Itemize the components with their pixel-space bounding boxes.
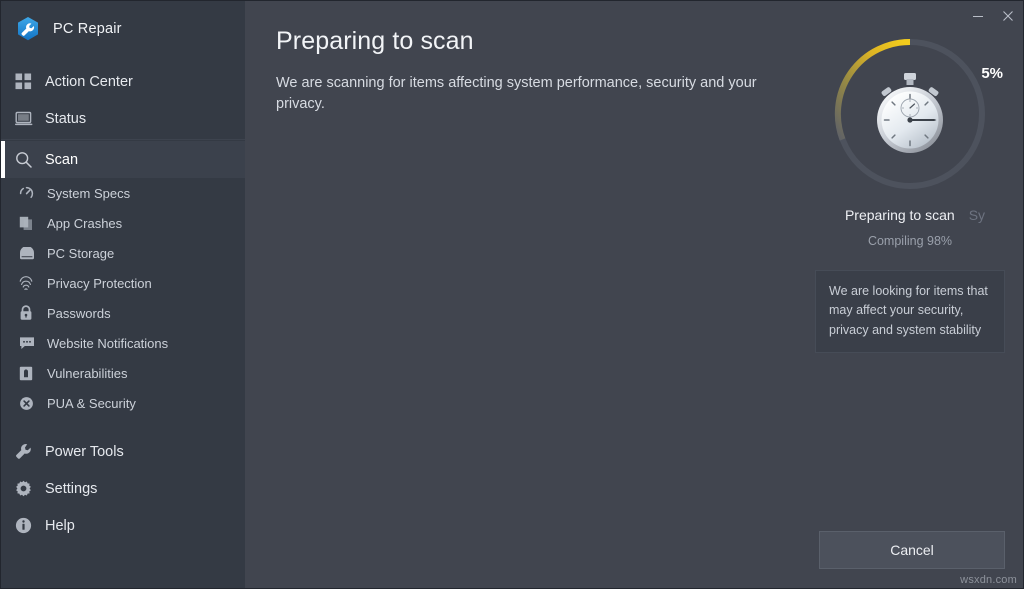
- sidebar-item-label: Privacy Protection: [47, 275, 152, 291]
- virus-circle-icon: [19, 396, 47, 411]
- monitor-icon: [15, 111, 45, 127]
- sidebar-item-label: Power Tools: [45, 443, 124, 460]
- copy-pages-icon: [19, 216, 47, 231]
- sidebar-item-label: Settings: [45, 480, 98, 497]
- gear-icon: [15, 480, 45, 497]
- sub-status-label: Compiling 98%: [867, 234, 953, 248]
- search-icon: [15, 151, 45, 168]
- info-circle-icon: [15, 517, 45, 534]
- fingerprint-icon: [19, 275, 47, 291]
- window-body: PC Repair Action Center Status Scan Syst…: [1, 1, 1023, 588]
- sidebar-item-label: Passwords: [47, 305, 111, 321]
- sidebar-item-label: System Specs: [47, 185, 131, 201]
- progress-percent: 5%: [981, 65, 1003, 82]
- sidebar-item-system-specs[interactable]: System Specs: [1, 178, 245, 208]
- watermark: wsxdn.com: [960, 574, 1017, 586]
- cancel-button[interactable]: Cancel: [819, 531, 1005, 569]
- page-description: We are scanning for items affecting syst…: [276, 75, 757, 113]
- sidebar-item-label: Vulnerabilities: [47, 365, 128, 381]
- wrench-icon: [15, 443, 45, 460]
- hard-drive-icon: [19, 246, 47, 260]
- sidebar-divider: [1, 139, 245, 140]
- sidebar-item-pc-storage[interactable]: PC Storage: [1, 238, 245, 268]
- current-step-label: Preparing to scan: [844, 207, 955, 223]
- main-content: Preparing to scan We are scanning for it…: [245, 1, 1023, 588]
- app-logo: [15, 16, 41, 42]
- sidebar-item-app-crashes[interactable]: App Crashes: [1, 208, 245, 238]
- sidebar-item-label: PC Storage: [47, 245, 115, 261]
- sidebar-item-label: Website Notifications: [47, 335, 169, 351]
- gauge-icon: [19, 186, 47, 201]
- scan-progress-panel: 5% Preparing to scan Sy Compiling 98% We…: [815, 29, 1005, 354]
- next-step-label: Sy: [968, 207, 986, 223]
- minimize-icon: [973, 16, 983, 17]
- close-icon: [1003, 11, 1013, 21]
- scan-tip-text: We are looking for items that may affect…: [829, 284, 988, 337]
- scan-step-list: Preparing to scan Sy: [815, 207, 1005, 223]
- grid-squares-icon: [15, 73, 45, 90]
- sidebar-item-scan[interactable]: Scan: [1, 141, 245, 178]
- sidebar-item-label: Action Center: [45, 73, 133, 90]
- sidebar-item-label: Help: [45, 517, 75, 534]
- app-window: PC Repair Action Center Status Scan Syst…: [0, 0, 1024, 589]
- sidebar-item-label: PUA & Security: [47, 395, 136, 411]
- chat-bubble-icon: [19, 336, 47, 350]
- sidebar-item-settings[interactable]: Settings: [1, 470, 245, 507]
- sidebar-item-website-notifications[interactable]: Website Notifications: [1, 328, 245, 358]
- minimize-button[interactable]: [963, 1, 993, 31]
- sidebar-item-pua-security[interactable]: PUA & Security: [1, 388, 245, 418]
- sidebar-item-power-tools[interactable]: Power Tools: [1, 433, 245, 470]
- progress-ring: 5%: [825, 29, 1003, 199]
- sidebar-item-label: Scan: [45, 151, 79, 168]
- app-title: PC Repair: [53, 21, 122, 37]
- sidebar-item-label: Status: [45, 110, 87, 127]
- page-title: Preparing to scan: [276, 27, 474, 55]
- close-button[interactable]: [993, 1, 1023, 31]
- scan-tip-box: We are looking for items that may affect…: [815, 270, 1005, 354]
- sidebar-item-action-center[interactable]: Action Center: [1, 63, 245, 100]
- sidebar-item-privacy-protection[interactable]: Privacy Protection: [1, 268, 245, 298]
- sidebar-item-vulnerabilities[interactable]: Vulnerabilities: [1, 358, 245, 388]
- shield-alert-icon: [19, 366, 47, 381]
- brand: PC Repair: [1, 1, 245, 57]
- wrench-hexagon-icon: [18, 17, 38, 41]
- sidebar: PC Repair Action Center Status Scan Syst…: [1, 1, 245, 588]
- stopwatch-icon: [868, 70, 952, 158]
- sidebar-item-passwords[interactable]: Passwords: [1, 298, 245, 328]
- sidebar-item-label: App Crashes: [47, 215, 123, 231]
- sidebar-item-help[interactable]: Help: [1, 507, 245, 544]
- lock-icon: [19, 305, 47, 321]
- sidebar-item-status[interactable]: Status: [1, 100, 245, 137]
- sidebar-nav: Action Center Status Scan System Specs A…: [1, 63, 245, 544]
- window-controls: [963, 1, 1023, 31]
